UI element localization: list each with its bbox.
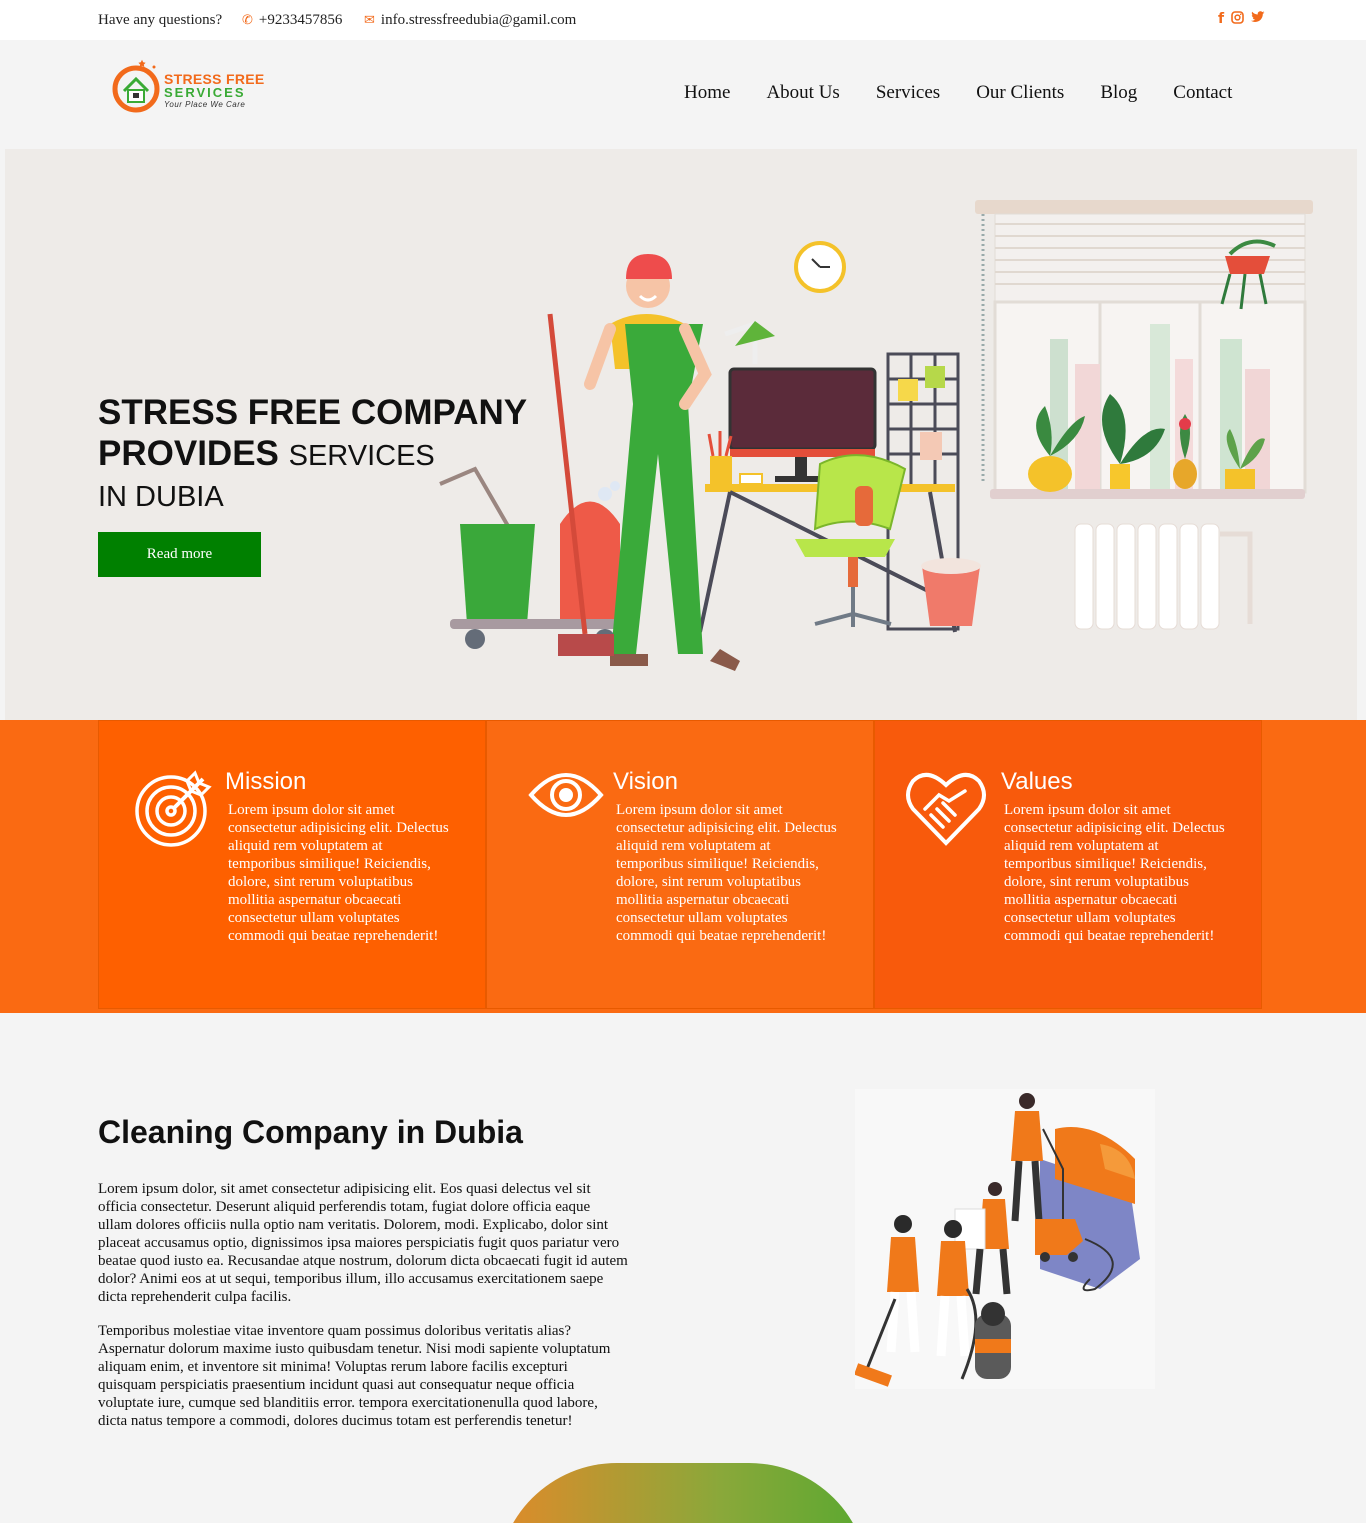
envelope-icon: ✉ — [364, 12, 375, 27]
nav-our-clients[interactable]: Our Clients — [976, 82, 1064, 104]
house-logo-icon — [112, 59, 160, 113]
about-paragraph-2: Temporibus molestiae vitae inventore qua… — [98, 1323, 611, 1429]
nav-about-us[interactable]: About Us — [766, 82, 839, 104]
twitter-icon[interactable] — [1251, 11, 1265, 28]
site-logo[interactable]: STRESS FREE SERVICES Your Place We Care — [112, 55, 272, 117]
email-address: info.stressfreedubia@gamil.com — [380, 12, 577, 28]
vision-text: Lorem ipsum dolor sit amet consectetur a… — [616, 802, 837, 944]
logo-line2: SERVICES — [164, 85, 246, 100]
cleaning-team-illustration — [855, 1089, 1155, 1389]
social-links: f — [1218, 11, 1265, 28]
about-paragraph-1: Lorem ipsum dolor, sit amet consectetur … — [98, 1181, 628, 1305]
nav-blog[interactable]: Blog — [1100, 82, 1137, 104]
phone-link[interactable]: ✆ +9233457856 — [242, 12, 342, 29]
read-more-button[interactable]: Read more — [98, 532, 261, 577]
questions-label: Have any questions? — [98, 12, 223, 28]
values-card: Values Lorem ipsum dolor sit amet consec… — [874, 720, 1262, 1009]
vision-title: Vision — [613, 768, 678, 795]
instagram-icon[interactable] — [1231, 11, 1244, 28]
mission-title: Mission — [225, 768, 307, 795]
logo-tagline: Your Place We Care — [164, 100, 246, 109]
cleaner-illustration — [439, 200, 1313, 671]
site-header: STRESS FREE SERVICES Your Place We Care … — [0, 40, 1366, 149]
facebook-icon[interactable]: f — [1218, 11, 1224, 28]
phone-icon: ✆ — [242, 12, 253, 27]
target-icon — [135, 770, 212, 847]
about-title: Cleaning Company in Dubia — [98, 1114, 523, 1150]
hero-line2-thin: SERVICES — [288, 440, 435, 472]
decorative-arc — [497, 1463, 869, 1523]
nav-home[interactable]: Home — [684, 82, 730, 104]
eye-icon — [528, 773, 604, 817]
top-contact-bar: Have any questions? ✆ +9233457856 ✉ info.s… — [0, 0, 1366, 40]
vision-card: Vision Lorem ipsum dolor sit amet consec… — [486, 720, 874, 1009]
hero-banner: STRESS FREE COMPANY PROVIDES SERVICES IN… — [5, 149, 1357, 720]
email-link[interactable]: ✉ info.stressfreedubia@gamil.com — [364, 12, 576, 29]
mission-text: Lorem ipsum dolor sit amet consectetur a… — [228, 802, 449, 944]
handshake-heart-icon — [906, 773, 986, 846]
values-title: Values — [1001, 768, 1073, 795]
mission-card: Mission Lorem ipsum dolor sit amet conse… — [98, 720, 486, 1009]
hero-line2-bold: PROVIDES — [98, 434, 279, 473]
mission-vision-values: Mission Lorem ipsum dolor sit amet conse… — [0, 720, 1366, 1013]
values-text: Lorem ipsum dolor sit amet consectetur a… — [1004, 802, 1225, 944]
main-nav: Home About Us Services Our Clients Blog … — [684, 82, 1232, 104]
nav-services[interactable]: Services — [876, 82, 940, 104]
phone-number: +9233457856 — [258, 12, 343, 28]
nav-contact[interactable]: Contact — [1173, 82, 1232, 104]
